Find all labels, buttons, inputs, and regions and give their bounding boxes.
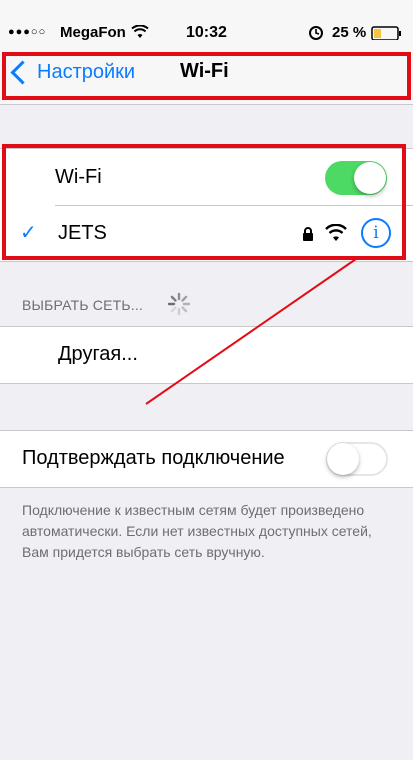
wifi-toggle-row: Wi-Fi (0, 149, 413, 205)
ask-to-join-toggle[interactable] (326, 442, 388, 476)
section-header-choose-network: ВЫБРАТЬ СЕТЬ... (22, 297, 144, 313)
back-button[interactable]: Настройки (8, 56, 135, 88)
network-name: JETS (58, 222, 107, 244)
info-icon[interactable]: i (361, 218, 391, 248)
toggle-knob (327, 443, 359, 475)
alarm-icon (309, 26, 323, 40)
toggle-knob (354, 162, 386, 194)
spinner-icon (167, 292, 191, 316)
chevron-left-icon (10, 59, 35, 85)
ask-to-join-row: Подтверждать подключение (0, 430, 413, 488)
wifi-icon (131, 25, 149, 38)
other-network-row[interactable]: Другая... (0, 326, 413, 384)
ask-to-join-label: Подтверждать подключение (22, 447, 285, 469)
network-row-jets[interactable]: ✓ JETS i (0, 205, 413, 261)
carrier-label: MegaFon (60, 24, 126, 41)
ask-to-join-footer: Подключение к известным сетям будет прои… (22, 502, 372, 560)
lock-icon (303, 227, 313, 241)
other-network-label: Другая... (58, 343, 138, 365)
checkmark-icon: ✓ (20, 222, 37, 244)
wifi-label: Wi-Fi (55, 166, 102, 188)
signal-strength: ●●●○○ (8, 26, 47, 38)
wifi-toggle[interactable] (325, 161, 387, 195)
wifi-signal-icon (325, 224, 347, 241)
wifi-group: Wi-Fi ✓ JETS i (0, 148, 413, 262)
page-title: Wi-Fi (180, 60, 229, 82)
battery-percent: 25 % (332, 24, 367, 41)
back-button-label: Настройки (37, 60, 136, 83)
